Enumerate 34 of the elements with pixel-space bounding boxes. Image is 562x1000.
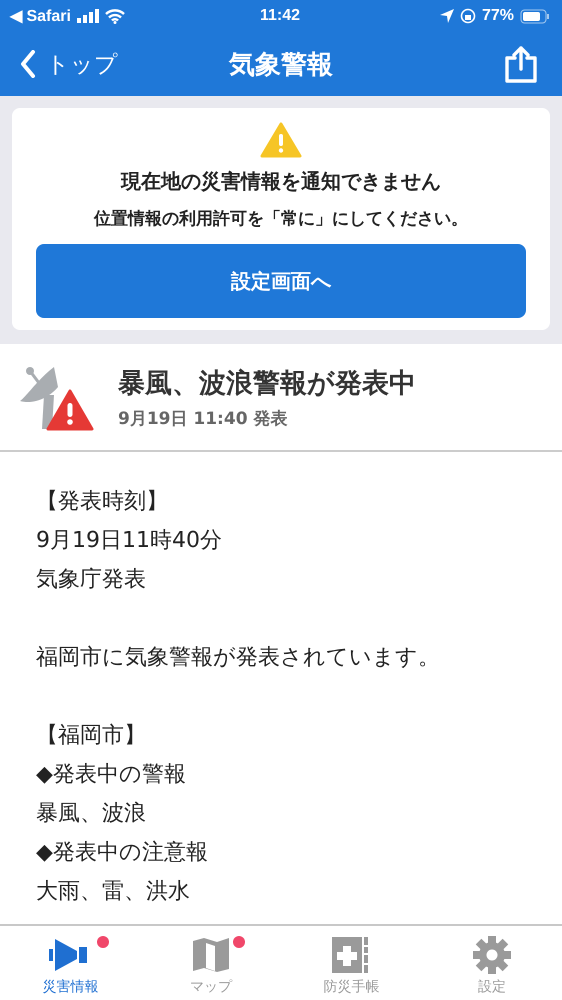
body-line: 9月19日11時40分	[36, 527, 222, 555]
alert-title: 暴風、波浪警報が発表中	[118, 366, 416, 400]
warning-icon	[260, 122, 302, 158]
body-line: 暴風、波浪	[36, 800, 146, 828]
body-line: 【福岡市】	[36, 722, 146, 750]
clock-time: 11:42	[260, 7, 300, 25]
issued-time: 9月19日 11:40 発表	[118, 408, 288, 430]
gear-icon	[472, 936, 511, 974]
tab-item[interactable]: マップ	[140, 926, 281, 1000]
rotation-lock-icon	[460, 8, 476, 24]
body-line: ◆発表中の注意報	[36, 839, 208, 867]
tab-item[interactable]: 防災手帳	[281, 926, 422, 1000]
tab-item[interactable]: 設定	[422, 926, 562, 1000]
location-arrow-icon	[440, 9, 454, 23]
signal-icon	[76, 9, 99, 23]
body-line: ◆発表中の警報	[36, 761, 186, 789]
body-line: 【発表時刻】	[36, 488, 168, 516]
battery-percentage: 77%	[482, 7, 514, 25]
wifi-icon	[104, 8, 125, 24]
first-aid-book-icon	[332, 937, 370, 973]
battery-icon	[520, 8, 550, 24]
notice-message: 位置情報の利用許可を「常に」にしてください。	[94, 208, 468, 230]
tab-item[interactable]: 災害情報	[0, 926, 140, 1000]
share-icon[interactable]	[504, 45, 538, 83]
chevron-left-icon	[20, 50, 36, 78]
map-icon	[192, 937, 229, 973]
notice-title: 現在地の災害情報を通知できません	[121, 168, 441, 195]
screen-title: 気象警報	[229, 50, 333, 80]
body-line: 福岡市に気象警報が発表されています。	[36, 644, 440, 672]
settings-button[interactable]: 設定画面へ	[36, 244, 526, 318]
body-line: 大雨、雷、洪水	[36, 878, 190, 906]
back-to-app-link[interactable]: ◀ Safari	[10, 6, 71, 26]
body-line: 気象庁発表	[36, 566, 146, 594]
back-button[interactable]: トップ	[20, 48, 118, 80]
